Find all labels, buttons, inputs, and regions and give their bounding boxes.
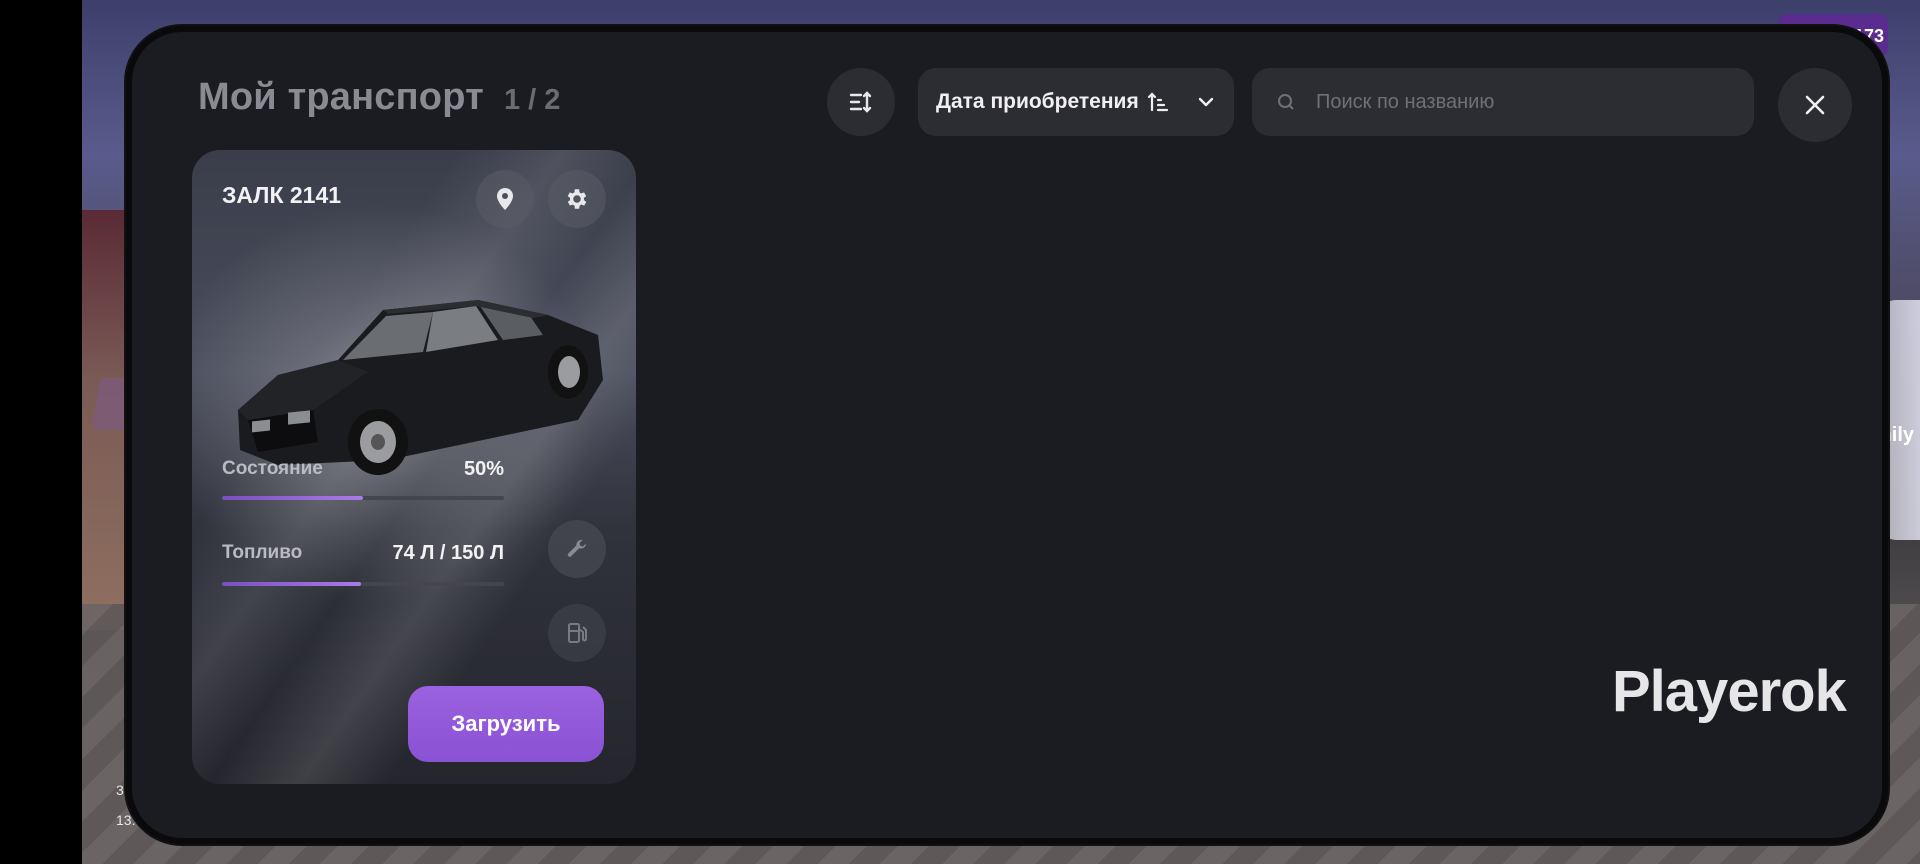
vehicle-settings-button[interactable]	[548, 170, 606, 228]
sort-dropdown-label: Дата приобретения	[936, 90, 1139, 113]
condition-bar	[222, 496, 504, 500]
fuel-value: 74 Л / 150 Л	[392, 542, 504, 564]
vehicle-card[interactable]: ЗАЛК 2141 Состояние 50% Топливо 74 Л / 1…	[192, 150, 636, 784]
vehicle-counter: 1 / 2	[504, 84, 561, 116]
my-transport-modal: Мой транспорт 1 / 2 Дата приобретения По…	[126, 26, 1888, 844]
chevron-down-icon	[1198, 97, 1214, 107]
sort-order-button[interactable]	[827, 68, 895, 136]
fuel-bar-fill	[222, 582, 362, 586]
load-vehicle-button[interactable]: Загрузить	[408, 686, 604, 762]
fuel-label: Топливо	[222, 542, 303, 563]
condition-label: Состояние	[222, 458, 323, 479]
sort-ascending-icon	[1147, 92, 1168, 112]
condition-bar-fill	[222, 496, 363, 500]
sort-icon	[849, 91, 872, 113]
vehicle-name: ЗАЛК 2141	[222, 182, 342, 208]
sort-dropdown[interactable]: Дата приобретения	[918, 68, 1234, 136]
fuel-bar	[222, 582, 504, 586]
repair-button[interactable]	[548, 520, 606, 578]
page-title: Мой транспорт	[198, 76, 484, 118]
gear-icon	[567, 189, 587, 209]
refuel-button[interactable]	[548, 604, 606, 662]
condition-value: 50%	[463, 458, 504, 480]
wrench-icon	[567, 539, 587, 557]
background-text-1: 3	[116, 782, 124, 798]
close-icon	[1805, 95, 1825, 115]
close-button[interactable]	[1778, 68, 1852, 142]
search-input[interactable]	[1314, 89, 1730, 115]
search-box[interactable]	[1252, 68, 1754, 136]
locate-vehicle-button[interactable]	[476, 170, 534, 228]
search-icon	[1278, 94, 1294, 110]
watermark-logo: Playerok	[1612, 659, 1847, 724]
vehicle-image	[238, 300, 603, 475]
fuel-pump-icon	[568, 623, 587, 643]
map-pin-icon	[497, 188, 513, 210]
